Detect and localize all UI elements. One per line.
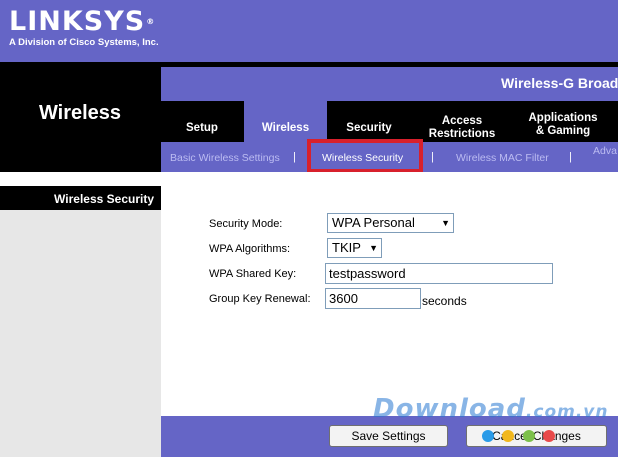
chevron-down-icon: ▼ bbox=[441, 218, 450, 228]
tab-applications-gaming[interactable]: Applications & Gaming bbox=[522, 112, 604, 138]
tab-apps-line1: Applications bbox=[528, 112, 598, 124]
product-bar: Wireless-G Broadb bbox=[161, 67, 618, 101]
dot-icon bbox=[543, 430, 556, 442]
dot-icon bbox=[482, 430, 494, 442]
brand-subtitle: A Division of Cisco Systems, Inc. bbox=[9, 37, 159, 48]
tab-wireless-label: Wireless bbox=[261, 122, 310, 134]
subnav-advanced[interactable]: Adva bbox=[593, 145, 617, 157]
wpa-algorithms-label: WPA Algorithms: bbox=[209, 243, 291, 255]
section-title: Wireless bbox=[38, 102, 122, 124]
sub-navigation: Basic Wireless Settings | Wireless Secur… bbox=[161, 139, 618, 173]
tab-apps-line2: & Gaming bbox=[535, 125, 591, 137]
download-watermark: Download.com.vn bbox=[373, 394, 609, 424]
save-settings-button[interactable]: Save Settings bbox=[329, 425, 448, 447]
wpa-shared-key-label: WPA Shared Key: bbox=[209, 268, 297, 280]
watermark-dots bbox=[482, 429, 559, 447]
dot-icon bbox=[522, 430, 535, 442]
tab-wireless[interactable]: Wireless bbox=[244, 101, 327, 142]
subnav-wireless-security[interactable]: Wireless Security bbox=[322, 152, 403, 164]
wpa-algorithms-value: TKIP bbox=[332, 240, 361, 255]
subnav-wireless-mac-filter[interactable]: Wireless MAC Filter bbox=[456, 152, 549, 164]
dot-icon bbox=[502, 430, 515, 442]
subnav-separator: | bbox=[293, 151, 296, 163]
brand-header: LINKSYS® A Division of Cisco Systems, In… bbox=[0, 0, 618, 62]
security-mode-select[interactable]: WPA Personal ▼ bbox=[327, 213, 454, 233]
security-mode-value: WPA Personal bbox=[332, 215, 415, 230]
subnav-separator: | bbox=[431, 151, 434, 163]
tab-access-line1: Access bbox=[441, 115, 483, 127]
left-panel-heading: Wireless Security bbox=[0, 186, 161, 210]
security-mode-label: Security Mode: bbox=[209, 218, 283, 230]
seconds-unit: seconds bbox=[422, 294, 467, 308]
group-key-renewal-input[interactable]: 3600 bbox=[325, 288, 421, 309]
tab-setup[interactable]: Setup bbox=[176, 122, 228, 135]
tab-access-restrictions[interactable]: Access Restrictions bbox=[420, 115, 504, 141]
product-name: Wireless-G Broadb bbox=[501, 75, 618, 91]
tab-access-line2: Restrictions bbox=[428, 128, 496, 140]
wpa-shared-key-input[interactable]: testpassword bbox=[325, 263, 553, 284]
wpa-algorithms-select[interactable]: TKIP ▼ bbox=[327, 238, 382, 258]
tab-security[interactable]: Security bbox=[340, 122, 398, 135]
main-content: Security Mode: WPA Personal ▼ WPA Algori… bbox=[161, 180, 618, 416]
linksys-logo: LINKSYS® bbox=[9, 6, 156, 37]
subnav-basic-wireless-settings[interactable]: Basic Wireless Settings bbox=[170, 152, 280, 164]
subnav-separator: | bbox=[569, 151, 572, 163]
group-key-renewal-label: Group Key Renewal: bbox=[209, 293, 311, 305]
chevron-down-icon: ▼ bbox=[369, 243, 378, 253]
left-panel bbox=[0, 210, 161, 457]
